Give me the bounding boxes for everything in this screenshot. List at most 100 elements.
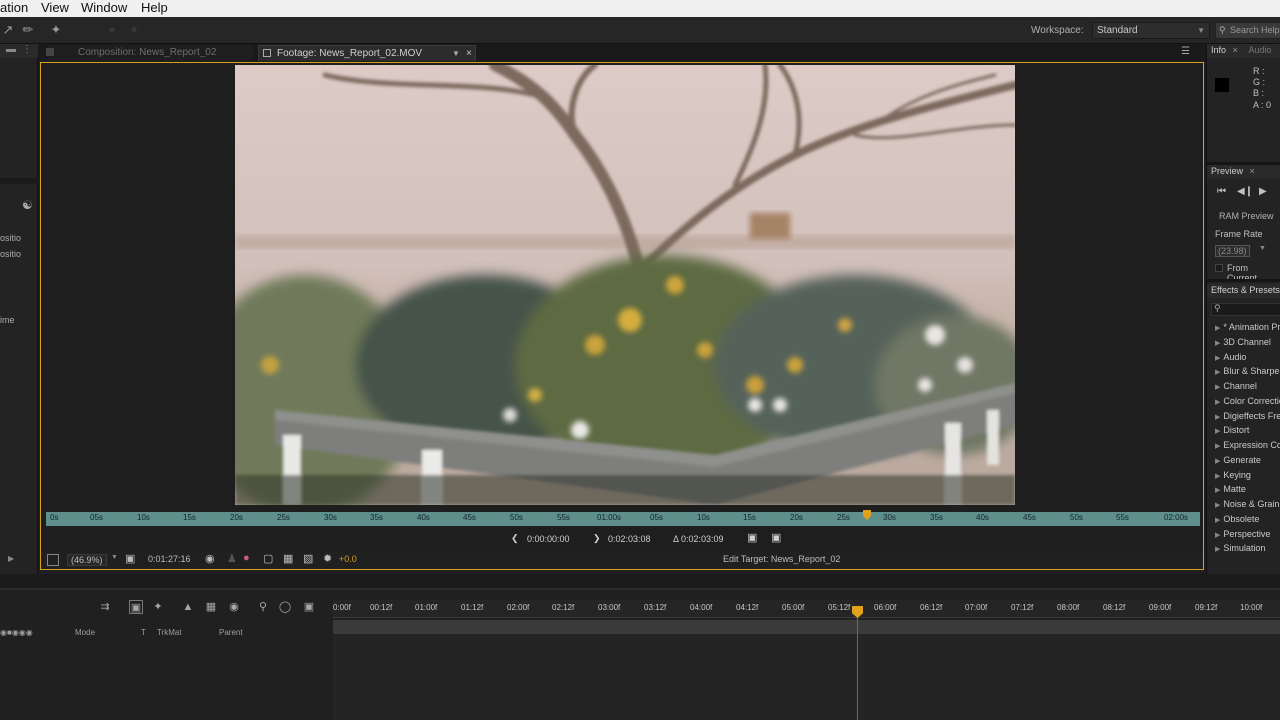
- effects-category[interactable]: ▶Expression Controls: [1215, 440, 1280, 450]
- layer-switch-icons[interactable]: ◉■◉◉◉: [0, 628, 33, 637]
- ruler-tick: 0s: [50, 513, 59, 522]
- close-icon[interactable]: ×: [1250, 166, 1255, 176]
- panel-grip-icon[interactable]: ⋮: [22, 44, 32, 55]
- close-icon[interactable]: ×: [1233, 45, 1238, 55]
- timeline-tick: 07:00f: [965, 603, 988, 612]
- pen-tool-icon[interactable]: ✏: [20, 22, 36, 38]
- hide-shy-layers-icon[interactable]: ▲: [181, 600, 195, 614]
- exposure-icon[interactable]: ✹: [323, 552, 332, 565]
- ripple-insert-icon[interactable]: ▣: [747, 531, 757, 544]
- ruler-tick: 10s: [137, 513, 150, 522]
- magnification-select[interactable]: (46.9%): [67, 554, 107, 566]
- rotate-tool-icon[interactable]: ↗: [0, 22, 16, 38]
- graph-editor-icon[interactable]: ⚲: [256, 600, 270, 614]
- out-point-arrow-icon[interactable]: ❯: [593, 533, 601, 544]
- tab-footage[interactable]: Footage: News_Report_02.MOV ▼ ×: [258, 45, 476, 61]
- search-icon: ⚲: [1214, 303, 1221, 313]
- composition-mini-flowchart-icon[interactable]: ▣: [129, 600, 143, 614]
- menu-animation[interactable]: ation: [0, 0, 28, 16]
- timeline-ruler[interactable]: 0:00f 00:12f 01:00f 01:12f 02:00f 02:12f…: [333, 600, 1280, 618]
- current-time-display[interactable]: 0:01:27:16: [148, 554, 191, 564]
- panel-menu-icon[interactable]: ▬: [6, 44, 16, 55]
- search-help-input[interactable]: ⚲ Search Help: [1215, 22, 1280, 39]
- tab-effects-presets[interactable]: Effects & Presets: [1211, 285, 1280, 295]
- channel-icon[interactable]: ●: [243, 552, 250, 564]
- effects-category[interactable]: ▶ Matte: [1215, 484, 1246, 494]
- guides-icon[interactable]: ▧: [303, 552, 313, 565]
- fit-icon[interactable]: ▣: [125, 552, 135, 565]
- effects-category[interactable]: ▶ Generate: [1215, 455, 1261, 465]
- transparency-grid-icon[interactable]: ▦: [283, 552, 293, 565]
- overlay-edit-icon[interactable]: ▣: [771, 531, 781, 544]
- menu-window[interactable]: Window: [81, 0, 127, 16]
- snap-icon[interactable]: ⌖: [126, 22, 142, 38]
- exposure-value[interactable]: +0.0: [339, 554, 357, 564]
- effects-category[interactable]: ▶* Animation Presets: [1215, 322, 1280, 332]
- frame-blending-icon[interactable]: ▦: [204, 600, 218, 614]
- footage-playhead[interactable]: [863, 510, 871, 520]
- tab-preview[interactable]: Preview: [1211, 166, 1243, 176]
- chevron-down-icon: ▼: [1197, 26, 1205, 35]
- always-preview-icon[interactable]: [47, 554, 59, 566]
- live-update-icon[interactable]: ⇉: [98, 600, 112, 614]
- tab-info[interactable]: Info: [1211, 45, 1226, 55]
- effects-category[interactable]: ▶ Distort: [1215, 425, 1249, 435]
- frame-rate-select[interactable]: (23.98): [1215, 245, 1250, 257]
- effects-category-label: Obsolete: [1223, 514, 1260, 524]
- work-area-bar[interactable]: [333, 620, 1280, 634]
- timeline-track-area[interactable]: [333, 634, 1280, 720]
- timeline-top-border: [0, 588, 1280, 590]
- region-of-interest-icon[interactable]: ▢: [263, 552, 273, 565]
- chevron-down-icon[interactable]: ▼: [111, 554, 118, 561]
- effects-category[interactable]: ▶ 3D Channel: [1215, 337, 1271, 347]
- info-g: G :: [1253, 77, 1266, 87]
- menu-help[interactable]: Help: [141, 0, 168, 16]
- effects-category[interactable]: ▶ Noise & Grain: [1215, 499, 1279, 509]
- snapshot-icon[interactable]: ◉: [205, 552, 215, 565]
- previous-frame-icon[interactable]: ◀❙: [1237, 186, 1253, 197]
- flowchart-icon[interactable]: ☯: [22, 198, 33, 212]
- workspace-select[interactable]: Standard ▼: [1092, 22, 1210, 39]
- tab-audio[interactable]: Audio: [1248, 45, 1271, 55]
- effects-category[interactable]: ▶ Channel: [1215, 381, 1257, 391]
- first-frame-icon[interactable]: ⏮: [1217, 186, 1226, 197]
- effects-category[interactable]: ▶ Blur & Sharpen: [1215, 366, 1280, 376]
- auto-keyframe-icon[interactable]: ▣: [302, 600, 316, 614]
- show-snapshot-icon[interactable]: ♟: [227, 552, 237, 565]
- lock-icon[interactable]: [263, 49, 271, 57]
- expand-arrow-icon: ▶: [1215, 458, 1221, 465]
- effects-category[interactable]: ▶ Perspective: [1215, 529, 1270, 539]
- effects-category[interactable]: ▶ Simulation: [1215, 543, 1265, 553]
- effects-category-label: Matte: [1223, 484, 1246, 494]
- effects-category[interactable]: ▶Digieffects FreeForm: [1215, 411, 1280, 421]
- effects-category[interactable]: ▶ Obsolete: [1215, 514, 1259, 524]
- workspace-value: Standard: [1097, 25, 1138, 36]
- expand-arrow-icon[interactable]: ▶: [8, 554, 14, 563]
- motion-blur-icon[interactable]: ◉: [227, 600, 241, 614]
- brainstorm-icon[interactable]: ◯: [278, 600, 292, 614]
- out-point-time[interactable]: 0:02:03:08: [608, 534, 651, 544]
- footage-time-ruler[interactable]: 0s 05s 10s 15s 20s 25s 30s 35s 40s 45s 5…: [46, 510, 1200, 526]
- effects-category-label: Generate: [1223, 455, 1261, 465]
- frame-rate-label: Frame Rate: [1215, 229, 1263, 239]
- play-icon[interactable]: ▶: [1259, 186, 1267, 197]
- effects-category[interactable]: ▶Color Correction: [1215, 396, 1280, 406]
- draft-3d-icon[interactable]: ✦: [151, 600, 165, 614]
- in-point-arrow-icon[interactable]: ❮: [511, 533, 519, 544]
- chevron-down-icon[interactable]: ▼: [1259, 245, 1266, 252]
- effects-category-label: Blur & Sharpen: [1223, 366, 1280, 376]
- puppet-pin-tool-icon[interactable]: ✦: [48, 22, 64, 38]
- effects-search-input[interactable]: ⚲: [1211, 303, 1280, 316]
- in-point-time[interactable]: 0:00:00:00: [527, 534, 570, 544]
- ruler-tick: 01:00s: [597, 513, 622, 522]
- chevron-down-icon[interactable]: ▼: [452, 46, 460, 61]
- menu-view[interactable]: View: [41, 0, 69, 16]
- close-icon[interactable]: ×: [466, 46, 472, 61]
- effects-category[interactable]: ▶ Audio: [1215, 352, 1246, 362]
- align-icon[interactable]: ⌖: [104, 22, 120, 38]
- effects-category[interactable]: ▶ Keying: [1215, 470, 1251, 480]
- ruler-tick: 15s: [743, 513, 756, 522]
- tab-composition[interactable]: Composition: News_Report_02: [46, 45, 253, 61]
- panel-menu-icon[interactable]: ☰: [1181, 46, 1190, 57]
- from-current-checkbox[interactable]: [1215, 264, 1223, 272]
